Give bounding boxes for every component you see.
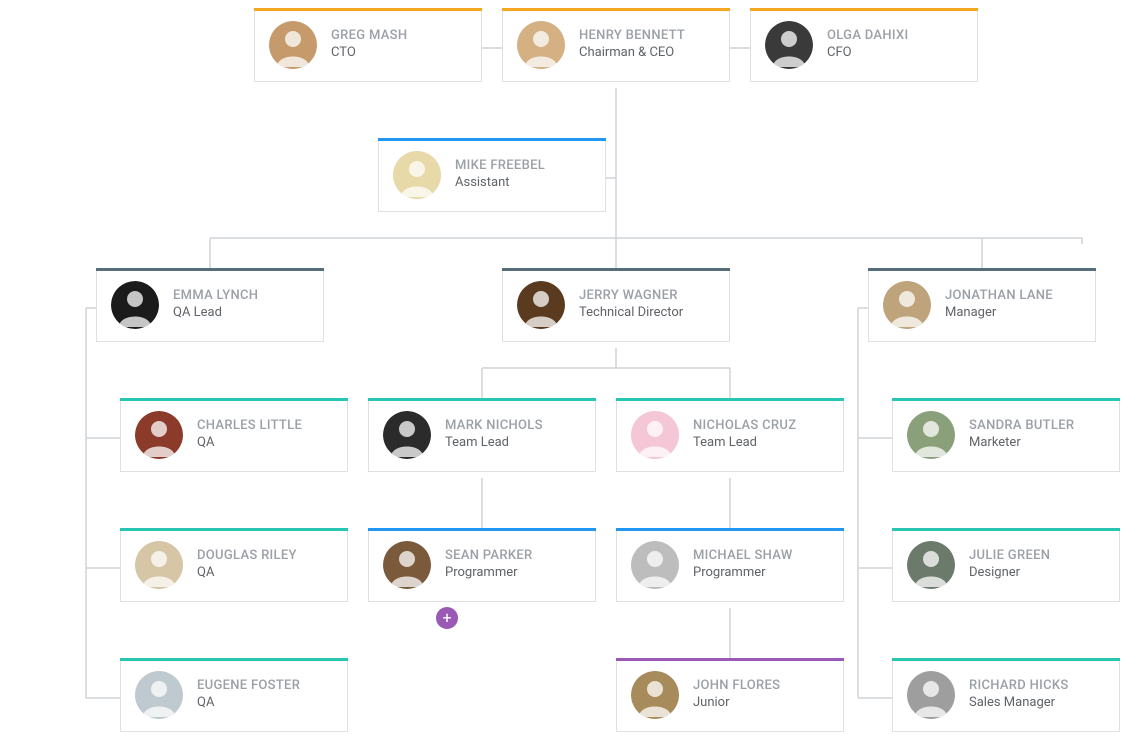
- avatar: [111, 281, 159, 329]
- avatar: [907, 671, 955, 719]
- person-name: SEAN PARKER: [445, 548, 532, 565]
- person-title: Team Lead: [445, 435, 543, 452]
- card-accent: [868, 268, 1096, 271]
- person-title: Chairman & CEO: [579, 45, 685, 62]
- org-card-jon[interactable]: JONATHAN LANEManager: [868, 268, 1096, 342]
- avatar: [631, 541, 679, 589]
- avatar: [631, 411, 679, 459]
- card-accent: [368, 528, 596, 531]
- person-title: QA Lead: [173, 305, 258, 322]
- avatar: [631, 671, 679, 719]
- person-title: CFO: [827, 45, 908, 62]
- person-title: QA: [197, 565, 297, 582]
- avatar: [383, 541, 431, 589]
- person-title: QA: [197, 435, 302, 452]
- person-name: OLGA DAHIXI: [827, 28, 908, 45]
- card-accent: [368, 398, 596, 401]
- org-card-nick[interactable]: NICHOLAS CRUZTeam Lead: [616, 398, 844, 472]
- expand-button[interactable]: +: [436, 607, 458, 629]
- org-card-henry[interactable]: HENRY BENNETTChairman & CEO: [502, 8, 730, 82]
- person-name: MARK NICHOLS: [445, 418, 543, 435]
- person-name: JOHN FLORES: [693, 678, 780, 695]
- person-name: JERRY WAGNER: [579, 288, 683, 305]
- card-accent: [502, 8, 730, 11]
- org-card-mike[interactable]: MIKE FREEBELAssistant: [378, 138, 606, 212]
- card-accent: [120, 528, 348, 531]
- person-name: RICHARD HICKS: [969, 678, 1069, 695]
- org-chart-connectors: [0, 0, 1144, 754]
- avatar: [393, 151, 441, 199]
- org-card-greg[interactable]: GREG MASHCTO: [254, 8, 482, 82]
- avatar: [269, 21, 317, 69]
- org-card-eugene[interactable]: EUGENE FOSTERQA: [120, 658, 348, 732]
- card-accent: [96, 268, 324, 271]
- org-card-john[interactable]: JOHN FLORESJunior: [616, 658, 844, 732]
- org-card-olga[interactable]: OLGA DAHIXICFO: [750, 8, 978, 82]
- org-card-charles[interactable]: CHARLES LITTLEQA: [120, 398, 348, 472]
- plus-icon: +: [442, 610, 451, 626]
- person-name: MIKE FREEBEL: [455, 158, 545, 175]
- person-name: JONATHAN LANE: [945, 288, 1053, 305]
- person-title: Marketer: [969, 435, 1074, 452]
- org-card-sandra[interactable]: SANDRA BUTLERMarketer: [892, 398, 1120, 472]
- person-title: Programmer: [693, 565, 793, 582]
- person-name: HENRY BENNETT: [579, 28, 685, 45]
- avatar: [135, 411, 183, 459]
- org-card-douglas[interactable]: DOUGLAS RILEYQA: [120, 528, 348, 602]
- org-card-sean[interactable]: SEAN PARKERProgrammer: [368, 528, 596, 602]
- person-name: JULIE GREEN: [969, 548, 1050, 565]
- avatar: [883, 281, 931, 329]
- card-accent: [892, 528, 1120, 531]
- card-accent: [502, 268, 730, 271]
- org-card-jerry[interactable]: JERRY WAGNERTechnical Director: [502, 268, 730, 342]
- org-card-richard[interactable]: RICHARD HICKSSales Manager: [892, 658, 1120, 732]
- person-name: CHARLES LITTLE: [197, 418, 302, 435]
- avatar: [907, 411, 955, 459]
- avatar: [135, 541, 183, 589]
- org-card-mark[interactable]: MARK NICHOLSTeam Lead: [368, 398, 596, 472]
- person-title: Team Lead: [693, 435, 796, 452]
- person-title: Assistant: [455, 175, 545, 192]
- card-accent: [120, 658, 348, 661]
- person-name: SANDRA BUTLER: [969, 418, 1074, 435]
- person-title: Programmer: [445, 565, 532, 582]
- org-card-michael[interactable]: MICHAEL SHAWProgrammer: [616, 528, 844, 602]
- avatar: [765, 21, 813, 69]
- person-name: NICHOLAS CRUZ: [693, 418, 796, 435]
- avatar: [517, 281, 565, 329]
- avatar: [135, 671, 183, 719]
- card-accent: [616, 658, 844, 661]
- org-card-julie[interactable]: JULIE GREENDesigner: [892, 528, 1120, 602]
- card-accent: [378, 138, 606, 141]
- card-accent: [254, 8, 482, 11]
- person-title: QA: [197, 695, 300, 712]
- card-accent: [892, 398, 1120, 401]
- person-name: MICHAEL SHAW: [693, 548, 793, 565]
- person-title: Designer: [969, 565, 1050, 582]
- card-accent: [750, 8, 978, 11]
- person-title: Technical Director: [579, 305, 683, 322]
- person-title: CTO: [331, 45, 407, 62]
- person-name: EUGENE FOSTER: [197, 678, 300, 695]
- avatar: [383, 411, 431, 459]
- card-accent: [616, 398, 844, 401]
- person-name: DOUGLAS RILEY: [197, 548, 297, 565]
- card-accent: [616, 528, 844, 531]
- avatar: [517, 21, 565, 69]
- avatar: [907, 541, 955, 589]
- card-accent: [120, 398, 348, 401]
- person-title: Manager: [945, 305, 1053, 322]
- card-accent: [892, 658, 1120, 661]
- person-name: GREG MASH: [331, 28, 407, 45]
- person-name: EMMA LYNCH: [173, 288, 258, 305]
- org-card-emma[interactable]: EMMA LYNCHQA Lead: [96, 268, 324, 342]
- person-title: Junior: [693, 695, 780, 712]
- person-title: Sales Manager: [969, 695, 1069, 712]
